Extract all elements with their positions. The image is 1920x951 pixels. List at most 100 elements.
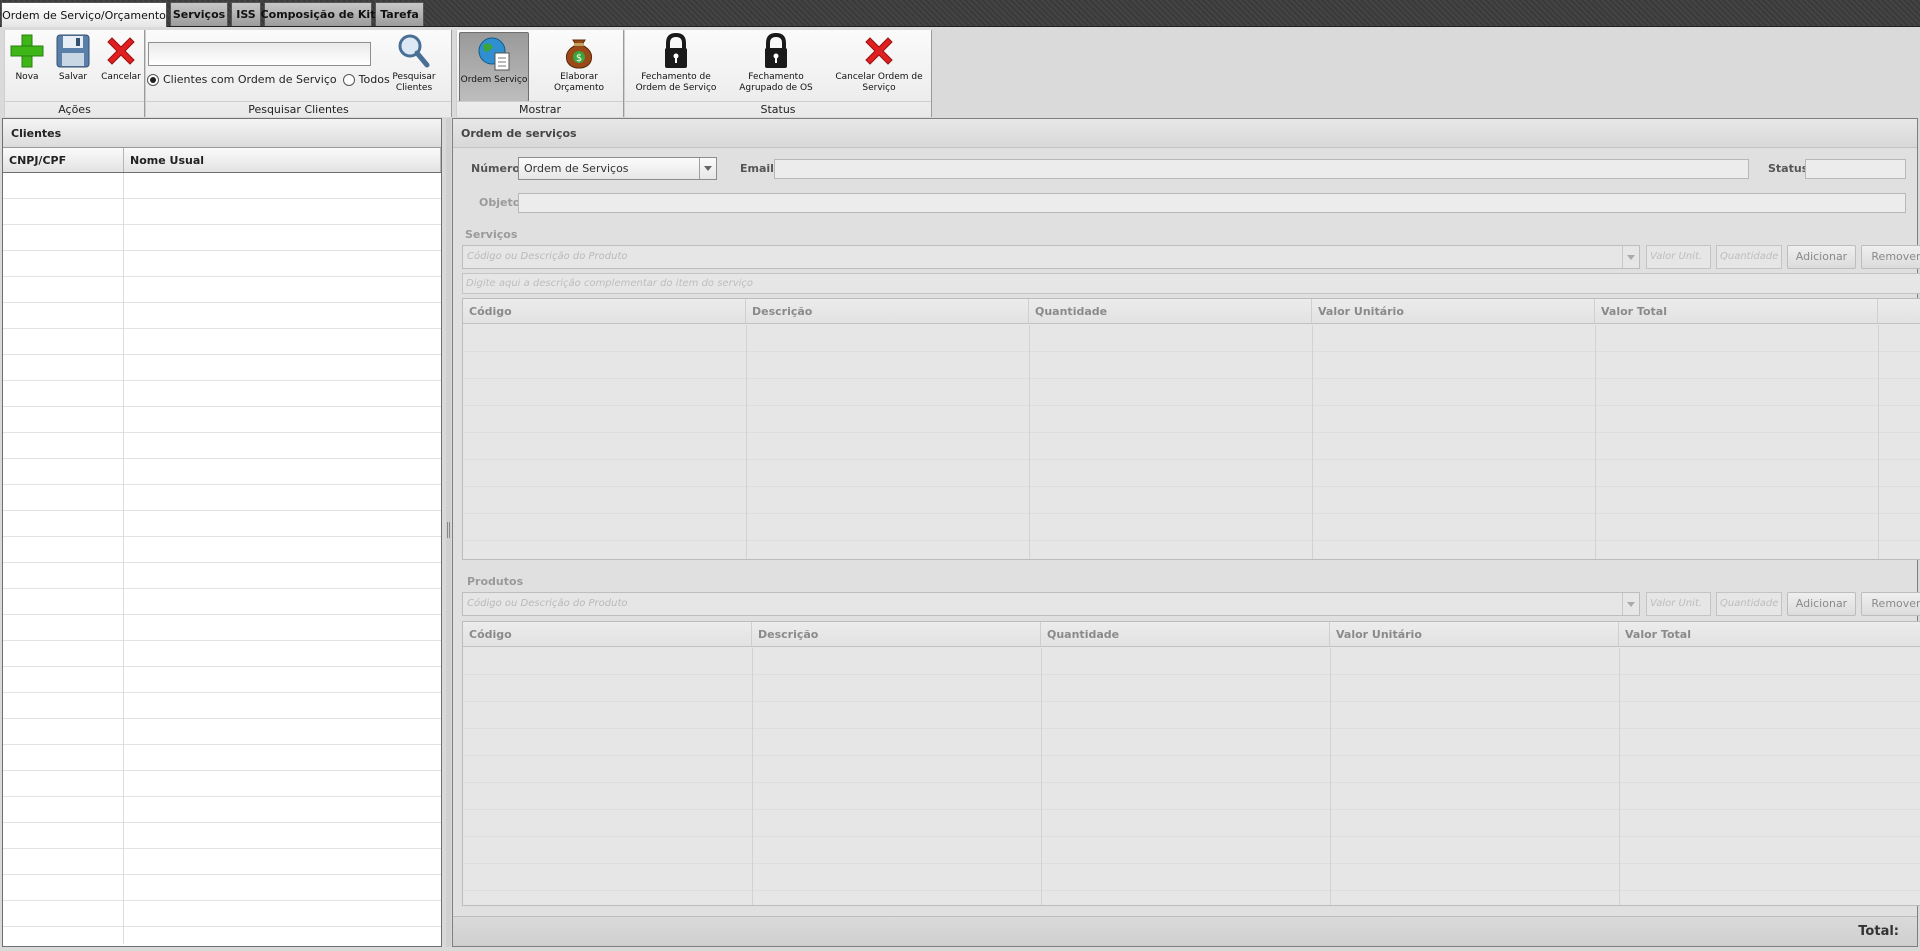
produtos-valor-unit-input[interactable]: Valor Unit. <box>1646 592 1711 616</box>
servicos-col-descricao[interactable]: Descrição <box>746 299 1029 323</box>
grid-divider <box>1312 325 1313 559</box>
numero-select[interactable]: Ordem de Serviços <box>518 157 717 180</box>
tab-composicao-kit[interactable]: Composição de Kit <box>261 2 375 26</box>
globe-document-icon <box>475 35 513 73</box>
ordem-servico-view-button[interactable]: Ordem Serviço <box>459 32 529 102</box>
radio-todos[interactable] <box>342 73 355 86</box>
servicos-col-valor-total[interactable]: Valor Total <box>1595 299 1878 323</box>
elaborar-orcamento-label: Elaborar Orçamento <box>553 72 605 93</box>
radio-clientes-com-os-label[interactable]: Clientes com Ordem de Serviço <box>163 73 337 86</box>
produtos-grid-header: Código Descrição Quantidade Valor Unitár… <box>463 622 1920 647</box>
column-header-cnpj-cpf[interactable]: CNPJ/CPF <box>3 148 124 172</box>
clientes-panel: Clientes CNPJ/CPF Nome Usual <box>2 118 442 947</box>
produtos-product-placeholder: Código ou Descrição do Produto <box>467 598 628 609</box>
fechamento-os-button[interactable]: Fechamento de Ordem de Serviço <box>631 32 721 94</box>
chevron-down-icon[interactable] <box>1622 246 1639 268</box>
servicos-grid-body[interactable] <box>463 325 1920 559</box>
nova-label: Nova <box>15 72 39 82</box>
fechamento-agrupado-button[interactable]: Fechamento Agrupado de OS <box>731 32 821 94</box>
group-status-label: Status <box>625 101 931 116</box>
group-status: Fechamento de Ordem de Serviço Fechament… <box>624 30 932 117</box>
chevron-down-icon[interactable] <box>1622 593 1639 615</box>
clientes-title: Clientes <box>3 119 441 148</box>
produtos-section-label: Produtos <box>467 575 524 588</box>
pesquisar-clientes-button[interactable]: Pesquisar Clientes <box>376 32 452 94</box>
tab-ordem-servico-orcamento[interactable]: Ordem de Serviço/Orçamento <box>1 2 167 27</box>
floppy-icon <box>54 32 92 70</box>
produtos-remover-button[interactable]: Remover <box>1861 592 1920 616</box>
salvar-button[interactable]: Salvar <box>53 32 93 83</box>
total-footer: Total: <box>453 916 1917 946</box>
produtos-grid: Código Descrição Quantidade Valor Unitár… <box>462 621 1920 906</box>
produtos-col-quantidade[interactable]: Quantidade <box>1041 622 1330 646</box>
lock-icon <box>757 32 795 70</box>
group-pesquisar-clientes: Clientes com Ordem de Serviço Todos Pesq… <box>145 30 452 117</box>
grid-divider <box>1595 325 1596 559</box>
email-field[interactable] <box>774 159 1749 179</box>
lock-icon <box>657 32 695 70</box>
splitter-grip-icon <box>447 522 450 538</box>
email-label: Email <box>740 162 774 175</box>
group-mostrar: Ordem Serviço $ Elaborar Orçamento Mostr… <box>456 30 624 117</box>
servicos-remover-button[interactable]: Remover <box>1861 245 1920 269</box>
servicos-quantidade-input[interactable]: Quantidade <box>1716 245 1782 269</box>
radio-clientes-com-os[interactable] <box>147 73 159 86</box>
elaborar-orcamento-button[interactable]: $ Elaborar Orçamento <box>535 32 623 94</box>
servicos-col-valor-unitario[interactable]: Valor Unitário <box>1312 299 1595 323</box>
servicos-grid: Código Descrição Quantidade Valor Unitár… <box>462 298 1920 560</box>
produtos-product-select[interactable]: Código ou Descrição do Produto <box>462 592 1640 616</box>
servicos-grid-header: Código Descrição Quantidade Valor Unitár… <box>463 299 1920 324</box>
cancelar-button[interactable]: Cancelar <box>101 32 141 83</box>
grid-divider <box>746 325 747 559</box>
grid-divider <box>752 648 753 905</box>
grid-divider <box>1878 325 1879 559</box>
produtos-col-codigo[interactable]: Código <box>463 622 752 646</box>
pesquisar-clientes-label: Pesquisar Clientes <box>392 72 436 93</box>
produtos-grid-body[interactable] <box>463 648 1920 905</box>
servicos-valor-unit-input[interactable]: Valor Unit. <box>1646 245 1711 269</box>
produtos-col-valor-total[interactable]: Valor Total <box>1619 622 1920 646</box>
x-icon <box>860 32 898 70</box>
x-icon <box>102 32 140 70</box>
produtos-col-descricao[interactable]: Descrição <box>752 622 1041 646</box>
servicos-descricao-complementar-input[interactable]: Digite aqui a descrição complementar do … <box>462 273 1920 294</box>
produtos-col-valor-unitario[interactable]: Valor Unitário <box>1330 622 1619 646</box>
group-acoes-label: Ações <box>5 101 144 116</box>
grid-divider <box>1619 648 1620 905</box>
numero-label: Número <box>471 162 520 175</box>
servicos-col-codigo[interactable]: Código <box>463 299 746 323</box>
servicos-product-select[interactable]: Código ou Descrição do Produto <box>462 245 1640 269</box>
cancelar-label: Cancelar <box>101 72 141 82</box>
clientes-grid-body[interactable] <box>3 173 441 944</box>
grid-divider <box>1330 648 1331 905</box>
produtos-quantidade-input[interactable]: Quantidade <box>1716 592 1782 616</box>
chevron-down-icon[interactable] <box>699 158 716 179</box>
ordem-servicos-title: Ordem de serviços <box>453 119 1917 148</box>
servicos-section-label: Serviços <box>465 228 518 241</box>
client-search-input[interactable] <box>148 42 371 66</box>
tab-iss[interactable]: ISS <box>231 2 261 26</box>
column-header-nome-usual[interactable]: Nome Usual <box>124 148 441 172</box>
group-pesquisar-label: Pesquisar Clientes <box>146 101 451 116</box>
money-bag-icon: $ <box>560 32 598 70</box>
numero-select-value: Ordem de Serviços <box>524 162 629 175</box>
group-mostrar-label: Mostrar <box>457 101 623 116</box>
nova-button[interactable]: Nova <box>7 32 47 83</box>
produtos-adicionar-button[interactable]: Adicionar <box>1787 592 1856 616</box>
ordem-servicos-panel: Ordem de serviços Número Ordem de Serviç… <box>452 118 1920 947</box>
servicos-adicionar-button[interactable]: Adicionar <box>1787 245 1856 269</box>
cancelar-ordem-servico-label-2: Serviço <box>862 83 896 93</box>
ribbon-toolbar: Nova Salvar Cancelar Ações Clientes com … <box>0 27 1920 117</box>
objeto-field[interactable] <box>518 193 1906 213</box>
salvar-label: Salvar <box>58 72 88 82</box>
servicos-col-quantidade[interactable]: Quantidade <box>1029 299 1312 323</box>
cancelar-ordem-servico-button[interactable]: Cancelar Ordem de Serviço <box>833 32 925 94</box>
servicos-col-spacer <box>1878 299 1920 323</box>
panel-splitter[interactable] <box>446 118 451 947</box>
servicos-product-placeholder: Código ou Descrição do Produto <box>467 251 628 262</box>
ordem-servico-view-label: Ordem Serviço <box>460 75 528 85</box>
fechamento-agrupado-label-1: Fechamento <box>748 72 804 82</box>
tab-servicos[interactable]: Serviços <box>170 2 228 26</box>
status-field[interactable] <box>1805 159 1906 179</box>
tab-tarefa[interactable]: Tarefa <box>375 2 424 26</box>
